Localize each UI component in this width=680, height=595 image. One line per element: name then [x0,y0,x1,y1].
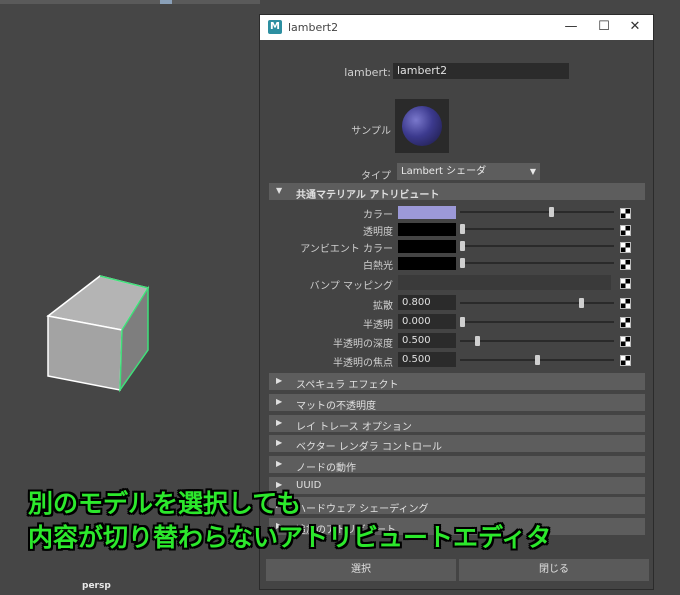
expanded-triangle-icon: ▼ [276,186,283,195]
translucence-depth-label: 半透明の深度 [333,339,393,350]
diffuse-field[interactable]: 0.800 [398,295,456,310]
type-dropdown[interactable]: Lambert シェーダ ▼ [397,163,540,180]
section-common-material-attributes[interactable]: ▼ 共通マテリアル アトリビュート [269,183,645,201]
collapsed-triangle-icon: ▶ [276,397,283,406]
translucence-slider-handle[interactable] [460,317,465,327]
collapsed-triangle-icon: ▶ [276,438,283,447]
translucence-focus-field[interactable]: 0.500 [398,352,456,367]
incandescence-map-button[interactable] [620,259,631,270]
translucence-depth-map-button[interactable] [620,336,631,347]
material-sample-swatch [395,99,449,153]
incandescence-slider-handle[interactable] [460,258,465,268]
color-label: カラー [363,210,393,221]
translucence-focus-label: 半透明の焦点 [333,358,393,369]
sample-label: サンプル [351,126,391,137]
ambient-color-swatch[interactable] [398,240,456,253]
window-title: lambert2 [288,21,339,34]
translucence-depth-field[interactable]: 0.500 [398,333,456,348]
viewport-toolbar [0,0,260,4]
ambient-map-button[interactable] [620,242,631,253]
section-title: レイ トレース オプション [296,422,412,433]
ambient-color-label: アンビエント カラー [300,244,393,255]
ambient-slider-handle[interactable] [460,241,465,251]
color-map-button[interactable] [620,208,631,219]
color-slider-track[interactable] [460,211,614,213]
type-dropdown-value: Lambert シェーダ [401,166,487,177]
maya-icon: M [268,20,282,34]
incandescence-swatch[interactable] [398,257,456,270]
translucence-field[interactable]: 0.000 [398,314,456,329]
minimize-button[interactable]: — [558,18,584,36]
translucence-focus-map-button[interactable] [620,355,631,366]
translucence-slider-track[interactable] [460,321,614,323]
transparency-map-button[interactable] [620,225,631,236]
transparency-label: 透明度 [363,227,393,238]
ambient-slider-track[interactable] [460,245,614,247]
close-button[interactable]: 閉じる [459,559,649,581]
caption-line-1: 別のモデルを選択しても [28,489,302,518]
material-name-field[interactable]: lambert2 [393,63,569,79]
close-icon[interactable]: ✕ [622,18,648,36]
type-label: タイプ [361,171,391,182]
toolbar-indicator [160,0,172,4]
section-raytrace-options[interactable]: ▶ レイ トレース オプション [269,415,645,433]
collapsed-triangle-icon: ▶ [276,376,283,385]
section-title: スペキュラ エフェクト [296,380,399,391]
translucence-label: 半透明 [363,320,393,331]
section-title: マットの不透明度 [296,401,376,412]
incandescence-label: 白熱光 [363,261,393,272]
sample-sphere [402,106,442,146]
diffuse-slider-handle[interactable] [579,298,585,308]
bump-mapping-field[interactable] [398,275,611,290]
translucence-depth-slider-handle[interactable] [474,336,480,346]
collapsed-triangle-icon: ▶ [276,459,283,468]
section-node-behavior[interactable]: ▶ ノードの動作 [269,456,645,474]
section-vector-renderer[interactable]: ▶ ベクター レンダラ コントロール [269,435,645,453]
maximize-button[interactable]: ☐ [591,18,617,36]
transparency-slider-handle[interactable] [460,224,465,234]
select-button[interactable]: 選択 [266,559,456,581]
translucence-map-button[interactable] [620,317,631,328]
section-title: ベクター レンダラ コントロール [296,442,442,453]
translucence-depth-slider-track[interactable] [460,340,614,342]
bump-map-button[interactable] [620,278,631,289]
diffuse-slider-track[interactable] [460,302,614,304]
material-name-label: lambert: [344,66,391,79]
diffuse-map-button[interactable] [620,298,631,309]
diffuse-label: 拡散 [373,301,393,312]
bump-mapping-label: バンプ マッピング [309,281,393,292]
incandescence-slider-track[interactable] [460,262,614,264]
selected-cube[interactable] [40,268,160,398]
color-swatch[interactable] [398,206,456,219]
caption-line-2: 内容が切り替わらないアトリビュートエディタ [28,523,552,552]
color-slider-handle[interactable] [549,207,555,217]
section-matte-opacity[interactable]: ▶ マットの不透明度 [269,394,645,412]
transparency-swatch[interactable] [398,223,456,236]
translucence-focus-slider-handle[interactable] [534,355,540,365]
overlay-caption: 別のモデルを選択しても 内容が切り替わらないアトリビュートエディタ [28,487,668,555]
section-specular-effects[interactable]: ▶ スペキュラ エフェクト [269,373,645,391]
camera-label: persp [82,581,111,591]
transparency-slider-track[interactable] [460,228,614,230]
section-title: ノードの動作 [296,463,356,474]
collapsed-triangle-icon: ▶ [276,418,283,427]
section-title: 共通マテリアル アトリビュート [296,190,440,201]
chevron-down-icon: ▼ [529,167,536,176]
title-bar[interactable]: M lambert2 — ☐ ✕ [260,15,653,40]
